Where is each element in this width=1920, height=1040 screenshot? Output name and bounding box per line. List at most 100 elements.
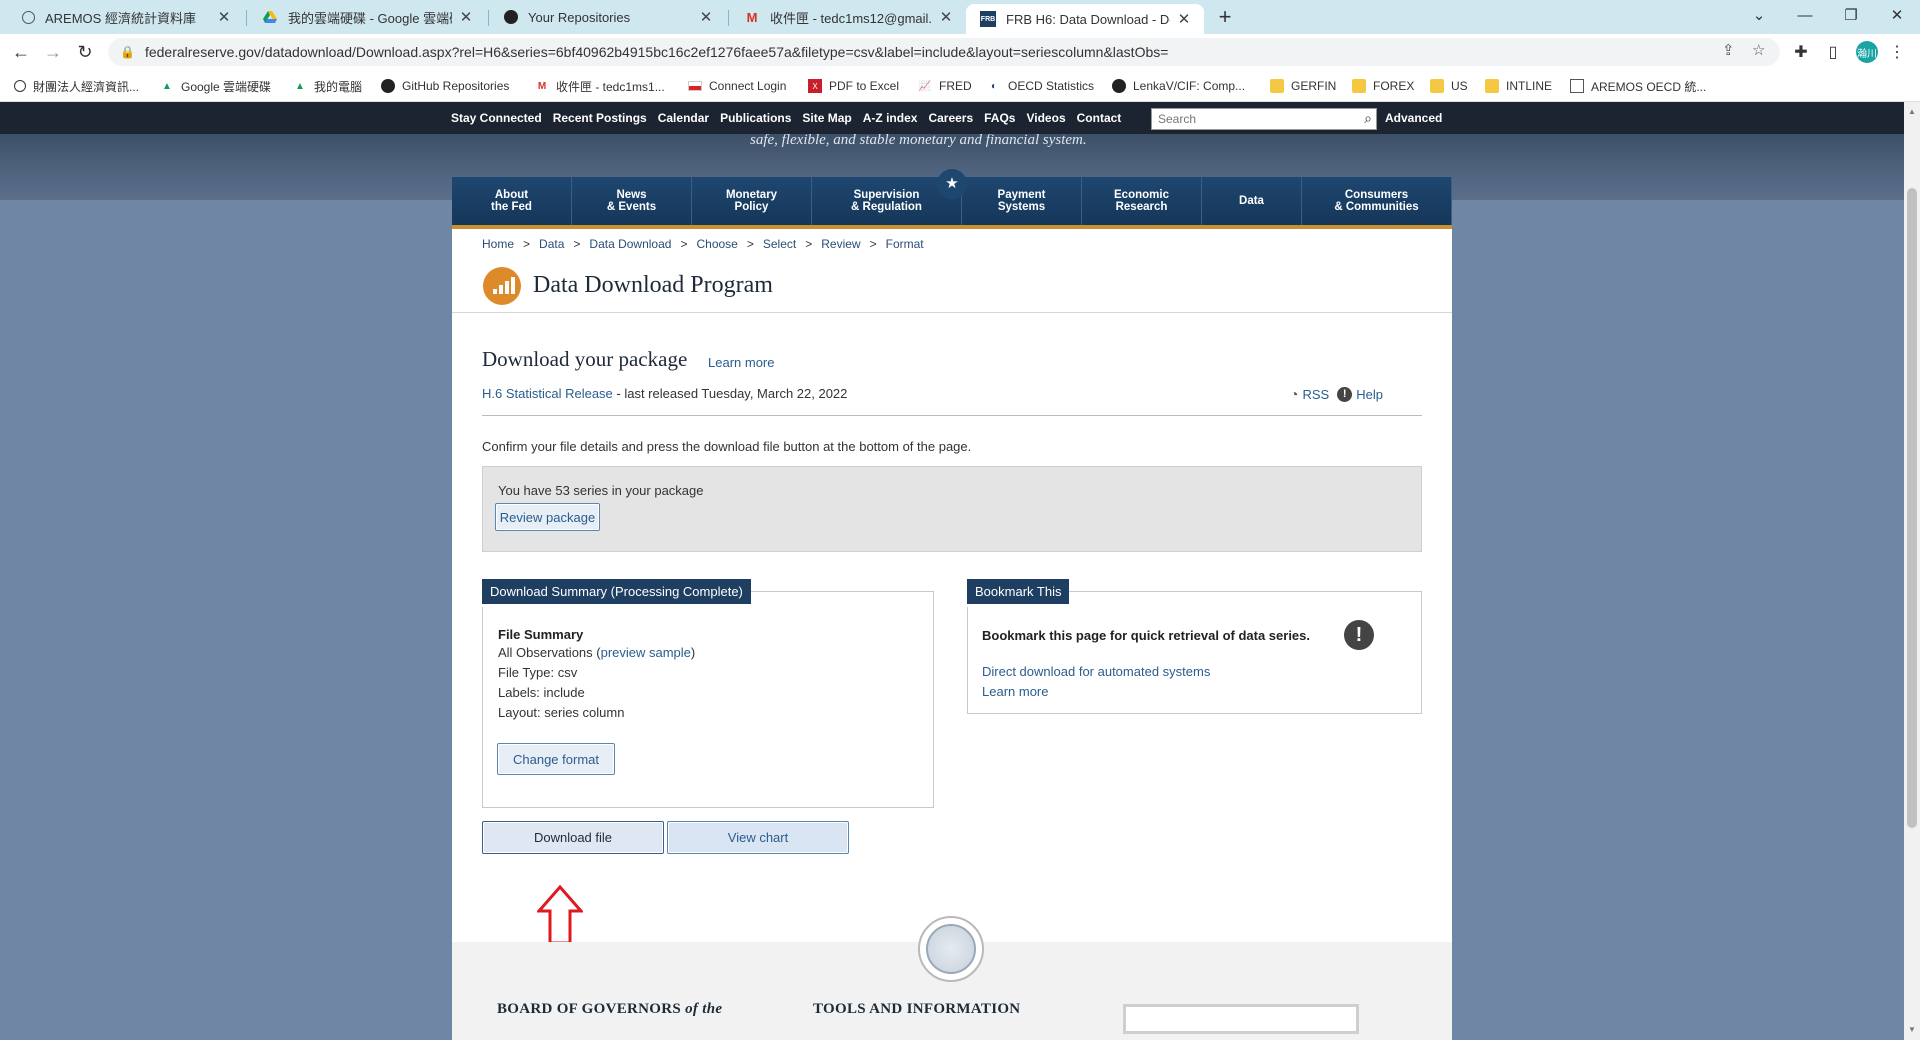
share-icon[interactable]: ⇪ xyxy=(1722,41,1735,59)
restore-icon[interactable]: ❐ xyxy=(1828,0,1874,30)
side-panel-icon[interactable]: ▯ xyxy=(1820,39,1846,65)
bookmark-folder[interactable]: US xyxy=(1430,70,1468,102)
reload-icon[interactable]: ↻ xyxy=(72,39,98,65)
page-scrollbar[interactable]: ▲ ▼ xyxy=(1904,102,1920,1040)
extensions-icon[interactable]: ✚ xyxy=(1788,39,1814,65)
utility-link[interactable]: Careers xyxy=(928,111,973,125)
search-input[interactable] xyxy=(1152,109,1342,129)
nav-about[interactable]: About the Fed xyxy=(452,177,572,225)
browser-tab[interactable]: 我的雲端硬碟 - Google 雲端硬碟 ✕ xyxy=(248,0,486,34)
bookmark-item[interactable]: ▲ 我的電腦 xyxy=(293,70,362,102)
browser-tab-active[interactable]: FRB FRB H6: Data Download - Dow ✕ xyxy=(966,4,1204,34)
nav-payment-systems[interactable]: Payment Systems xyxy=(962,177,1082,225)
footer-search-box[interactable] xyxy=(1123,1004,1359,1034)
nav-monetary-policy[interactable]: Monetary Policy xyxy=(692,177,812,225)
bookmark-item[interactable]: ◐ OECD Statistics xyxy=(987,70,1094,102)
bookmark-item[interactable]: X PDF to Excel xyxy=(808,70,899,102)
close-tab-icon[interactable]: ✕ xyxy=(458,8,474,26)
divider xyxy=(482,415,1422,416)
profile-avatar[interactable]: 瀚川 xyxy=(1856,41,1878,63)
bookmark-item[interactable]: ▲ Google 雲端硬碟 xyxy=(160,70,271,102)
breadcrumb-separator: > xyxy=(746,237,754,251)
breadcrumb-home[interactable]: Home xyxy=(482,237,514,251)
breadcrumb-data[interactable]: Data xyxy=(539,237,564,251)
new-tab-button[interactable]: + xyxy=(1212,5,1238,31)
utility-link[interactable]: Recent Postings xyxy=(553,111,647,125)
direct-download-link[interactable]: Direct download for automated systems xyxy=(982,664,1210,679)
help-icon[interactable]: ! xyxy=(1337,386,1353,402)
tab-separator xyxy=(728,10,729,26)
bookmark-item[interactable]: LenkaV/CIF: Comp... xyxy=(1112,70,1245,102)
address-bar[interactable]: 🔒 federalreserve.gov/datadownload/Downlo… xyxy=(108,38,1780,66)
change-format-button[interactable]: Change format xyxy=(497,743,615,775)
rss-link[interactable]: RSS xyxy=(1302,387,1329,402)
nav-news[interactable]: News & Events xyxy=(572,177,692,225)
breadcrumb-review[interactable]: Review xyxy=(821,237,860,251)
utility-link[interactable]: Contact xyxy=(1077,111,1122,125)
nav-label: Monetary xyxy=(725,189,778,201)
help-link[interactable]: Help xyxy=(1356,387,1383,402)
scroll-up-icon[interactable]: ▲ xyxy=(1904,104,1920,120)
breadcrumb-data-download[interactable]: Data Download xyxy=(589,237,671,251)
forward-icon[interactable]: → xyxy=(40,39,66,65)
search-icon[interactable]: ⌕ xyxy=(1364,110,1372,127)
scrollbar-thumb[interactable] xyxy=(1907,188,1917,828)
scroll-down-icon[interactable]: ▼ xyxy=(1904,1022,1920,1038)
folder-icon xyxy=(1485,79,1499,93)
browser-tab[interactable]: Your Repositories ✕ xyxy=(490,0,726,34)
download-file-button[interactable]: Download file xyxy=(482,821,664,854)
bookmark-label: 財團法人經濟資訊... xyxy=(33,79,140,94)
bookmark-folder[interactable]: INTLINE xyxy=(1485,70,1552,102)
preview-sample-link[interactable]: preview sample xyxy=(601,645,691,660)
utility-link[interactable]: Videos xyxy=(1026,111,1065,125)
github-icon xyxy=(1112,79,1126,93)
nav-consumers[interactable]: Consumers & Communities xyxy=(1302,177,1452,225)
breadcrumb-select[interactable]: Select xyxy=(763,237,796,251)
bookmark-folder[interactable]: GERFIN xyxy=(1270,70,1336,102)
menu-icon[interactable]: ⋮ xyxy=(1884,39,1910,65)
bookmark-item[interactable]: 財團法人經濟資訊... xyxy=(14,70,139,102)
bookmark-item[interactable]: 📈 FRED xyxy=(918,70,972,102)
nav-economic-research[interactable]: Economic Research xyxy=(1082,177,1202,225)
close-tab-icon[interactable]: ✕ xyxy=(938,8,954,26)
minimize-icon[interactable]: — xyxy=(1782,0,1828,30)
learn-more-link[interactable]: Learn more xyxy=(708,355,774,370)
google-drive-icon xyxy=(262,9,278,25)
back-icon[interactable]: ← xyxy=(8,39,34,65)
bookmark-item[interactable]: AREMOS OECD 統... xyxy=(1570,70,1706,102)
bookmark-star-icon[interactable]: ☆ xyxy=(1752,41,1765,59)
utility-link[interactable]: FAQs xyxy=(984,111,1015,125)
bookmark-item[interactable]: Connect Login xyxy=(688,70,786,102)
breadcrumb-choose[interactable]: Choose xyxy=(696,237,737,251)
layout-setting: Layout: series column xyxy=(498,705,625,720)
bookmark-item[interactable]: GitHub Repositories xyxy=(381,70,509,102)
browser-toolbar: ← → ↻ 🔒 federalreserve.gov/datadownload/… xyxy=(0,34,1920,70)
browser-tab[interactable]: AREMOS 經濟統計資料庫 ✕ xyxy=(8,0,244,34)
nav-label: & Events xyxy=(606,201,657,213)
release-link[interactable]: H.6 Statistical Release xyxy=(482,386,613,401)
close-window-icon[interactable]: ✕ xyxy=(1874,0,1920,30)
utility-link[interactable]: Stay Connected xyxy=(451,111,542,125)
utility-link[interactable]: Calendar xyxy=(658,111,709,125)
review-package-button[interactable]: Review package xyxy=(495,503,600,531)
bookmark-learn-more-link[interactable]: Learn more xyxy=(982,684,1048,699)
bookmark-item[interactable]: M 收件匣 - tedc1ms1... xyxy=(535,70,665,102)
pdf-icon: X xyxy=(808,79,822,93)
content-container: About the Fed News & Events Monetary Policy… xyxy=(452,169,1452,1040)
browser-tab[interactable]: M 收件匣 - tedc1ms12@gmail.com ✕ xyxy=(730,0,966,34)
breadcrumb-format[interactable]: Format xyxy=(886,237,924,251)
folder-icon xyxy=(1430,79,1444,93)
advanced-search-link[interactable]: Advanced xyxy=(1385,111,1442,125)
close-tab-icon[interactable]: ✕ xyxy=(216,8,232,26)
star-icon: ★ xyxy=(937,169,967,199)
utility-link[interactable]: Site Map xyxy=(802,111,851,125)
rss-icon[interactable]: ◔ xyxy=(1290,386,1298,402)
nav-data[interactable]: Data xyxy=(1202,177,1302,225)
bookmark-folder[interactable]: FOREX xyxy=(1352,70,1414,102)
view-chart-button[interactable]: View chart xyxy=(667,821,849,854)
close-tab-icon[interactable]: ✕ xyxy=(698,8,714,26)
utility-link[interactable]: Publications xyxy=(720,111,791,125)
utility-link[interactable]: A-Z index xyxy=(863,111,918,125)
tab-search-icon[interactable]: ⌄ xyxy=(1736,0,1782,30)
close-tab-icon[interactable]: ✕ xyxy=(1176,10,1192,28)
